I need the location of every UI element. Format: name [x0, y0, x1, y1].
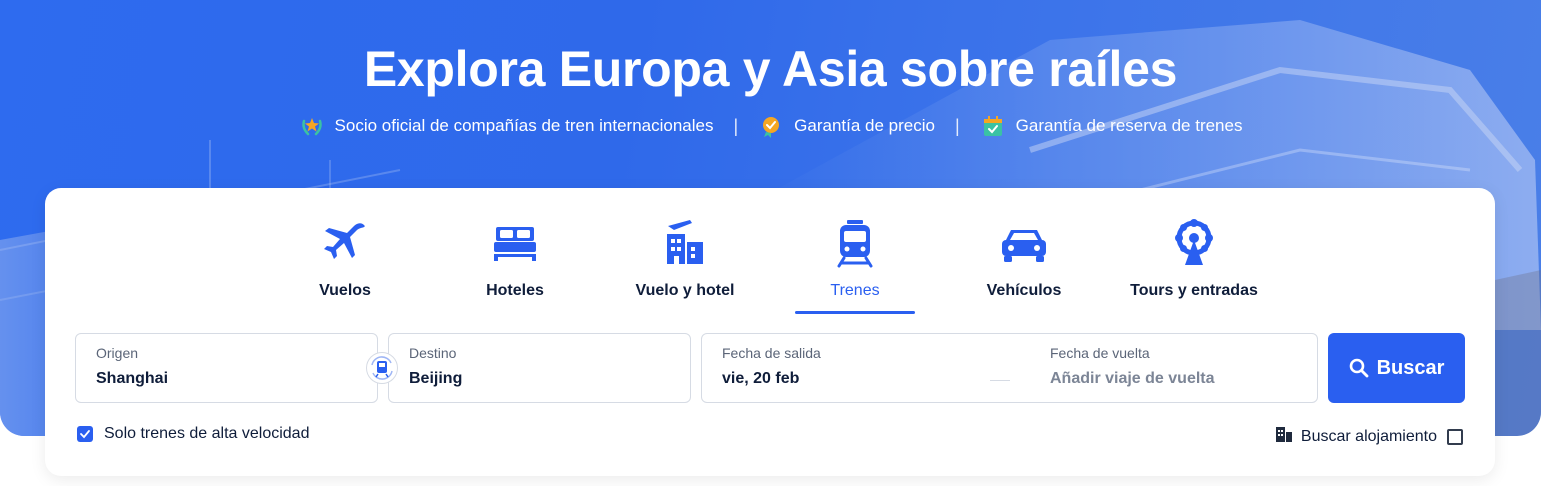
search-lodging-label: Buscar alojamiento	[1300, 427, 1437, 445]
search-button-label: Buscar	[1376, 356, 1445, 379]
destination-value: Beijing	[409, 370, 463, 387]
origin-value: Shanghai	[96, 370, 169, 387]
return-value: Añadir viaje de vuelta	[1050, 370, 1215, 387]
tab-label: Trenes	[830, 282, 880, 299]
price-shield-icon	[763, 117, 780, 138]
date-divider	[990, 380, 1010, 381]
active-tab-indicator	[795, 311, 915, 314]
search-card: Vuelos Hoteles Vuelo y hotel Trenes Vehí…	[45, 188, 1495, 476]
airplane-icon	[324, 223, 365, 259]
building-icon	[1275, 427, 1292, 442]
high-speed-option[interactable]: Solo trenes de alta velocidad	[77, 425, 309, 443]
train-icon	[837, 220, 873, 268]
checkmark-icon	[80, 430, 90, 439]
dates-field[interactable]: Fecha de salida vie, 20 feb Fecha de vue…	[701, 333, 1318, 403]
destination-label: Destino	[409, 345, 457, 361]
destination-field[interactable]: Destino Beijing	[388, 333, 691, 403]
car-icon	[1002, 230, 1046, 262]
tab-label: Vehículos	[986, 282, 1062, 299]
return-label: Fecha de vuelta	[1050, 345, 1150, 361]
badge-booking-guarantee: Garantía de reserva de trenes	[980, 113, 1243, 139]
bed-icon	[494, 227, 536, 261]
magnifier-icon	[1349, 358, 1368, 378]
laurel-star-icon	[301, 118, 322, 136]
tab-tours-tickets[interactable]: Tours y entradas	[1114, 214, 1274, 314]
tab-flight-hotel[interactable]: Vuelo y hotel	[605, 214, 765, 314]
product-tabs: Vuelos Hoteles Vuelo y hotel Trenes Vehí…	[45, 188, 1495, 318]
tab-label: Hoteles	[486, 282, 544, 299]
badge-label: Garantía de precio	[794, 116, 935, 135]
plane-building-icon	[667, 220, 703, 264]
high-speed-label: Solo trenes de alta velocidad	[104, 425, 310, 442]
ferris-wheel-icon	[1175, 219, 1213, 265]
badge-separator: |	[733, 115, 739, 136]
high-speed-checkbox[interactable]	[77, 426, 93, 442]
calendar-check-icon	[983, 116, 1002, 136]
origin-field[interactable]: Origen Shanghai	[75, 333, 378, 403]
departure-value: vie, 20 feb	[722, 370, 800, 387]
tab-hotels[interactable]: Hoteles	[435, 214, 595, 314]
badge-official-partner: Socio oficial de compañías de tren inter…	[299, 113, 714, 139]
badge-label: Garantía de reserva de trenes	[1015, 116, 1243, 135]
search-lodging-checkbox[interactable]	[1447, 428, 1463, 445]
swap-stations-button[interactable]	[366, 352, 398, 384]
badge-price-guarantee: Garantía de precio	[758, 113, 935, 139]
swap-train-icon	[371, 356, 393, 380]
badge-separator: |	[954, 115, 960, 136]
origin-label: Origen	[96, 345, 139, 361]
tab-label: Tours y entradas	[1130, 282, 1258, 299]
badge-label: Socio oficial de compañías de tren inter…	[334, 116, 714, 135]
tab-flights[interactable]: Vuelos	[265, 214, 425, 314]
tab-trains[interactable]: Trenes	[775, 214, 935, 314]
tab-label: Vuelo y hotel	[635, 282, 735, 299]
search-lodging-option[interactable]: Buscar alojamiento	[1275, 425, 1463, 448]
trust-badges: Socio oficial de compañías de tren inter…	[0, 113, 1541, 139]
search-button[interactable]: Buscar	[1328, 333, 1465, 403]
departure-label: Fecha de salida	[722, 345, 821, 361]
page-title: Explora Europa y Asia sobre raíles	[363, 41, 1178, 97]
tab-cars[interactable]: Vehículos	[944, 214, 1104, 314]
tab-label: Vuelos	[319, 282, 371, 299]
